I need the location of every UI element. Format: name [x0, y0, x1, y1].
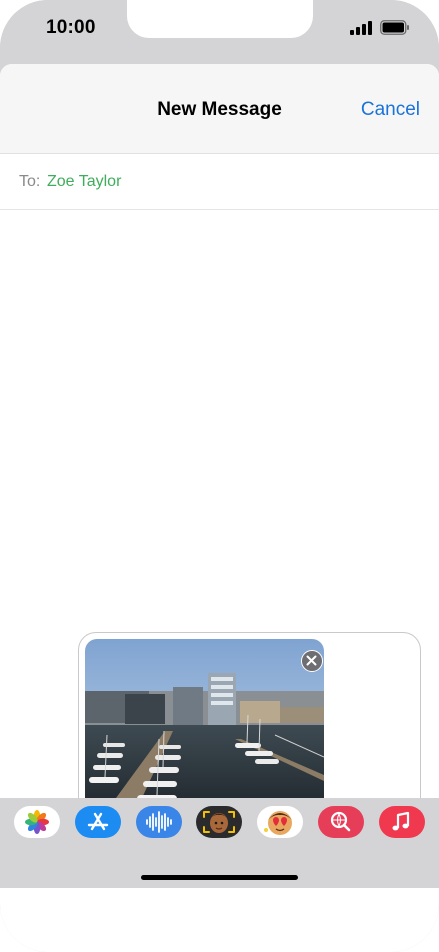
music-icon: [392, 811, 410, 831]
memoji-stickers-app-button[interactable]: [257, 806, 303, 838]
music-app-button[interactable]: [379, 806, 425, 838]
status-time: 10:00: [46, 17, 96, 38]
phone-frame: 10:00 New Message Cancel To: Zoe Taylor: [0, 0, 439, 952]
battery-icon: [380, 20, 409, 35]
status-bar: 10:00: [0, 0, 439, 64]
audio-app-button[interactable]: [136, 806, 182, 838]
photo-attachment[interactable]: [85, 639, 324, 813]
app-store-app-button[interactable]: [75, 806, 121, 838]
navigation-bar: New Message Cancel: [0, 64, 439, 154]
memoji-app-button[interactable]: [196, 806, 242, 838]
recipient-token[interactable]: Zoe Taylor: [47, 173, 121, 191]
memoji-stickers-icon: [264, 811, 292, 835]
photo-thumbnail: [85, 639, 324, 813]
cellular-signal-icon: [350, 21, 372, 35]
images-app-button[interactable]: [318, 806, 364, 838]
notch: [127, 0, 313, 38]
to-label: To:: [19, 173, 41, 190]
app-store-icon: [87, 812, 109, 831]
audio-waveform-icon: [146, 811, 172, 833]
home-indicator[interactable]: [141, 875, 298, 880]
recipient-field[interactable]: To: Zoe Taylor: [0, 154, 439, 210]
cancel-button[interactable]: Cancel: [361, 99, 420, 121]
photos-icon: [25, 810, 49, 834]
close-icon: [306, 655, 317, 666]
photos-app-button[interactable]: [14, 806, 60, 838]
image-search-icon: [330, 811, 351, 832]
remove-attachment-button[interactable]: [301, 650, 323, 672]
memoji-icon: [203, 811, 235, 833]
